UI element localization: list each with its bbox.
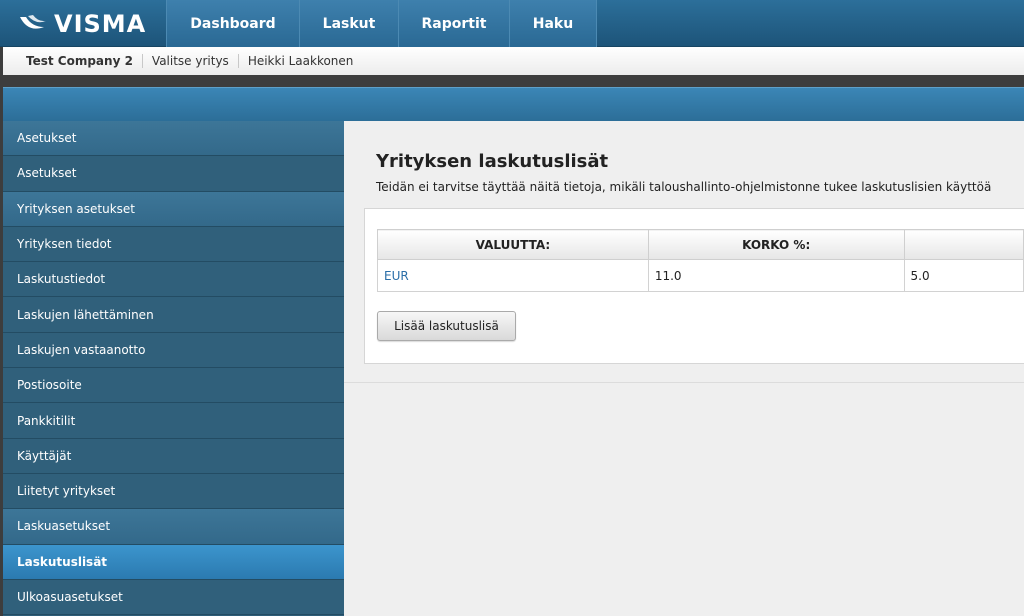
visma-logo-text: VISMA <box>54 10 147 38</box>
main-content: Yrityksen laskutuslisät Teidän ei tarvit… <box>344 121 1024 616</box>
main-nav: Dashboard Laskut Raportit Haku <box>166 0 597 47</box>
add-billing-extra-button[interactable]: Lisää laskutuslisä <box>377 311 516 341</box>
sidebar-section-laskuasetukset[interactable]: Laskuasetukset <box>3 509 344 545</box>
company-bar: Test Company 2 Valitse yritys Heikki Laa… <box>3 47 1024 75</box>
sidebar-item-asetukset[interactable]: Asetukset <box>3 156 344 192</box>
nav-dashboard[interactable]: Dashboard <box>166 0 299 47</box>
column-header-extra <box>903 229 1024 260</box>
sidebar-item-pankkitilit[interactable]: Pankkitilit <box>3 403 344 439</box>
page-description: Teidän ei tarvitse täyttää näitä tietoja… <box>376 180 992 194</box>
currency-cell-link[interactable]: EUR <box>377 259 649 292</box>
interest-cell: 11.0 <box>647 259 905 292</box>
sidebar-item-liitetyt-yritykset[interactable]: Liitetyt yritykset <box>3 473 344 510</box>
sidebar-section-asetukset[interactable]: Asetukset <box>3 121 344 157</box>
top-navigation-bar: VISMA Dashboard Laskut Raportit Haku <box>0 0 1024 47</box>
sidebar-item-ulkoasuasetukset[interactable]: Ulkoasuasetukset <box>3 579 344 616</box>
settings-sidebar: Asetukset Asetukset Yrityksen asetukset … <box>3 121 344 616</box>
select-company-link[interactable]: Valitse yritys <box>141 54 238 68</box>
billing-extras-table: VALUUTTA: KORKO %: EUR 11.0 5.0 <box>377 229 1024 292</box>
sidebar-section-yrityksen-asetukset[interactable]: Yrityksen asetukset <box>3 191 344 227</box>
billing-extras-panel: VALUUTTA: KORKO %: EUR 11.0 5.0 Lisää la… <box>364 208 1024 364</box>
visma-logo[interactable]: VISMA <box>18 9 146 39</box>
table-row: EUR 11.0 5.0 <box>377 259 1024 292</box>
company-name: Test Company 2 <box>26 54 133 68</box>
nav-raportit[interactable]: Raportit <box>398 0 509 47</box>
user-name-link[interactable]: Heikki Laakkonen <box>237 54 363 68</box>
sidebar-item-yrityksen-tiedot[interactable]: Yrityksen tiedot <box>3 226 344 263</box>
sidebar-item-laskutustiedot[interactable]: Laskutustiedot <box>3 262 344 298</box>
column-header-currency: VALUUTTA: <box>377 229 649 260</box>
sidebar-item-kayttajat[interactable]: Käyttäjät <box>3 438 344 474</box>
content-area: Yrityksen laskutuslisät Teidän ei tarvit… <box>344 121 1024 383</box>
sidebar-item-laskujen-vastaanotto[interactable]: Laskujen vastaanotto <box>3 332 344 369</box>
sidebar-item-laskutuslisat[interactable]: Laskutuslisät <box>3 544 344 580</box>
table-header-row: VALUUTTA: KORKO %: <box>377 229 1024 260</box>
section-header-bar <box>3 87 1024 121</box>
column-header-interest: KORKO %: <box>647 229 905 260</box>
page-title: Yrityksen laskutuslisät <box>376 151 609 172</box>
sidebar-item-postiosoite[interactable]: Postiosoite <box>3 368 344 404</box>
nav-haku[interactable]: Haku <box>509 0 597 47</box>
sidebar-item-laskujen-lahettaminen[interactable]: Laskujen lähettäminen <box>3 297 344 333</box>
extra-cell: 5.0 <box>903 259 1024 292</box>
nav-laskut[interactable]: Laskut <box>299 0 398 47</box>
header-gap <box>0 75 1024 87</box>
visma-logo-icon <box>18 13 48 35</box>
